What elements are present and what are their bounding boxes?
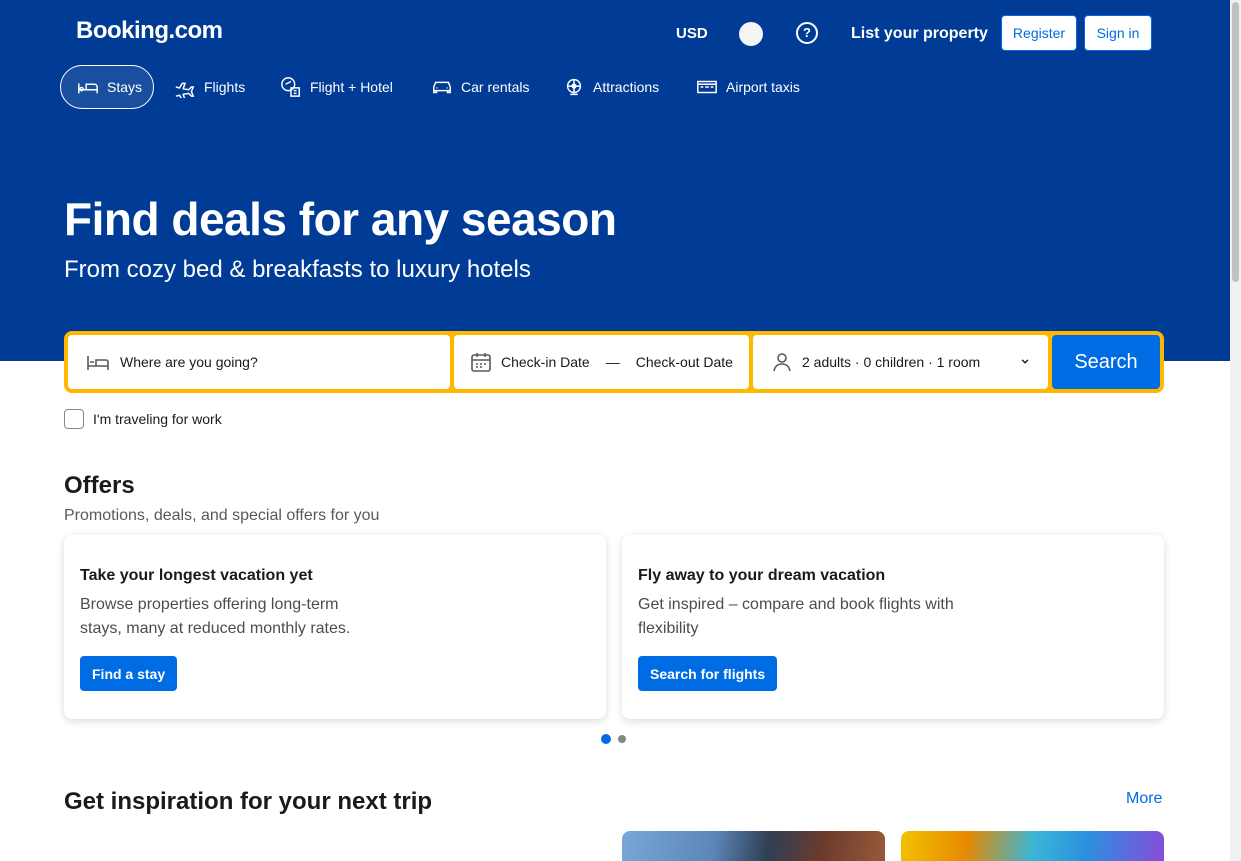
tab-label: Car rentals — [461, 79, 530, 95]
tab-label: Flight + Hotel — [310, 79, 393, 95]
tab-airport-taxis[interactable]: Airport taxis — [696, 65, 800, 109]
destination-placeholder: Where are you going? — [120, 354, 258, 370]
person-icon — [773, 353, 791, 372]
bed-icon — [78, 83, 98, 94]
sign-in-button[interactable]: Sign in — [1084, 15, 1152, 51]
inspiration-title: Get inspiration for your next trip — [64, 788, 433, 815]
offer-card-description: Browse properties offering long-term sta… — [80, 596, 351, 637]
checkin-date: Check-in Date — [501, 354, 590, 370]
tab-flight-hotel[interactable]: Flight + Hotel — [280, 65, 393, 109]
hero-banner — [0, 0, 1230, 361]
tab-attractions[interactable]: Attractions — [563, 65, 659, 109]
work-travel-checkbox[interactable] — [64, 409, 84, 429]
offers-title: Offers — [64, 472, 135, 499]
search-bar: Where are you going? Check-in Date — Che… — [64, 331, 1164, 393]
list-property-link[interactable]: List your property — [851, 25, 988, 43]
offer-card-title: Take your longest vacation yet — [80, 567, 313, 584]
tab-label: Airport taxis — [726, 79, 800, 95]
guests-summary: 2 adults · 0 children · 1 room — [802, 354, 981, 370]
tab-car-rentals[interactable]: Car rentals — [431, 65, 529, 109]
checkout-date: Check-out Date — [635, 354, 733, 370]
tab-label: Stays — [107, 79, 143, 95]
offer-card: Take your longest vacation yet Browse pr… — [64, 535, 606, 719]
tab-flights[interactable]: Flights — [174, 65, 245, 109]
chevron-down-icon — [1021, 359, 1029, 364]
more-link[interactable]: More — [1126, 790, 1162, 808]
tab-label: Attractions — [593, 79, 660, 95]
calendar-icon — [471, 353, 491, 372]
taxi-icon — [697, 80, 717, 94]
hero-subtitle: From cozy bed & breakfasts to luxury hot… — [64, 256, 531, 283]
help-icon[interactable]: ? — [796, 22, 818, 44]
carousel-dot[interactable] — [618, 735, 626, 743]
tab-label: Flights — [204, 79, 246, 95]
register-button[interactable]: Register — [1001, 15, 1077, 51]
search-button[interactable]: Search — [1052, 335, 1160, 389]
scrollbar-thumb[interactable] — [1232, 2, 1239, 282]
attractions-icon — [566, 78, 582, 96]
offers-subtitle: Promotions, deals, and special offers fo… — [64, 507, 380, 524]
inspiration-image[interactable] — [622, 831, 885, 861]
find-a-stay-button[interactable]: Find a stay — [80, 656, 178, 691]
guests-field[interactable]: 2 adults · 0 children · 1 room — [753, 335, 1048, 389]
offer-card-title: Fly away to your dream vacation — [638, 567, 886, 584]
bed-icon — [87, 356, 109, 370]
destination-field[interactable]: Where are you going? — [68, 335, 450, 389]
booking-logo[interactable]: Booking.com — [76, 17, 223, 45]
currency-selector[interactable]: USD — [676, 25, 708, 42]
flight-hotel-icon — [281, 77, 300, 97]
date-range-field[interactable]: Check-in Date — Check-out Date — [454, 335, 749, 389]
language-flag-icon[interactable] — [739, 22, 763, 46]
car-icon — [433, 81, 451, 94]
plane-icon — [175, 82, 195, 98]
hero-title: Find deals for any season — [64, 193, 617, 245]
offer-card-description: Get inspired – compare and book flights … — [638, 596, 954, 637]
tab-stays[interactable]: Stays — [60, 65, 154, 109]
offer-card: Fly away to your dream vacation Get insp… — [622, 535, 1164, 719]
date-separator: — — [605, 354, 620, 370]
work-travel-toggle[interactable]: I'm traveling for work — [64, 409, 222, 429]
search-flights-button[interactable]: Search for flights — [638, 656, 778, 691]
inspiration-image[interactable] — [901, 831, 1164, 861]
carousel-dot-active[interactable] — [601, 734, 611, 744]
work-travel-label: I'm traveling for work — [93, 411, 222, 427]
